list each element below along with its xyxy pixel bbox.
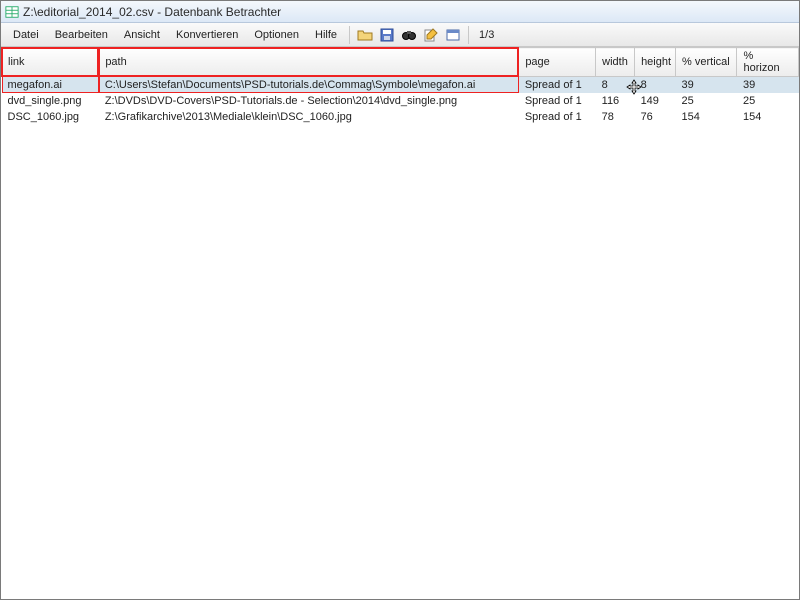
table-row[interactable]: megafon.aiC:\Users\Stefan\Documents\PSD-… bbox=[2, 77, 799, 93]
cell-vertical: 154 bbox=[676, 109, 737, 125]
cell-horizontal: 39 bbox=[737, 77, 799, 93]
highlight-box bbox=[2, 77, 99, 93]
table-row[interactable]: DSC_1060.jpgZ:\Grafikarchive\2013\Medial… bbox=[2, 109, 799, 125]
cell-vertical: 39 bbox=[676, 77, 737, 93]
col-header-vertical[interactable]: % vertical bbox=[676, 48, 737, 77]
cell-link: DSC_1060.jpg bbox=[2, 109, 99, 125]
highlight-box bbox=[99, 77, 519, 93]
highlight-box bbox=[98, 47, 519, 77]
cell-horizontal: 154 bbox=[737, 109, 799, 125]
cell-width: 116 bbox=[596, 93, 635, 109]
titlebar[interactable]: Z:\editorial_2014_02.csv - Datenbank Bet… bbox=[1, 1, 799, 23]
menu-konvertieren[interactable]: Konvertieren bbox=[168, 26, 246, 44]
save-icon[interactable] bbox=[378, 26, 396, 44]
col-header-link[interactable]: link bbox=[2, 48, 99, 77]
window-title: Z:\editorial_2014_02.csv - Datenbank Bet… bbox=[23, 5, 281, 19]
menu-bearbeiten[interactable]: Bearbeiten bbox=[47, 26, 116, 44]
cell-path: Z:\DVDs\DVD-Covers\PSD-Tutorials.de - Se… bbox=[99, 93, 519, 109]
col-header-width[interactable]: width bbox=[596, 48, 635, 77]
cell-height: 8 bbox=[635, 77, 676, 93]
cell-path: C:\Users\Stefan\Documents\PSD-tutorials.… bbox=[99, 77, 519, 93]
binoculars-icon[interactable] bbox=[400, 26, 418, 44]
cell-height: 76 bbox=[635, 109, 676, 125]
separator bbox=[349, 26, 350, 44]
cell-page: Spread of 1 bbox=[519, 93, 596, 109]
edit-icon[interactable] bbox=[422, 26, 440, 44]
menu-ansicht[interactable]: Ansicht bbox=[116, 26, 168, 44]
cell-path: Z:\Grafikarchive\2013\Mediale\klein\DSC_… bbox=[99, 109, 519, 125]
menubar: Datei Bearbeiten Ansicht Konvertieren Op… bbox=[1, 23, 799, 47]
cell-page: Spread of 1 bbox=[519, 109, 596, 125]
col-header-height[interactable]: height bbox=[635, 48, 676, 77]
cell-link: megafon.ai bbox=[2, 77, 99, 93]
cell-horizontal: 25 bbox=[737, 93, 799, 109]
cell-width: 8 bbox=[596, 77, 635, 93]
cell-height: 149 bbox=[635, 93, 676, 109]
cell-link: dvd_single.png bbox=[2, 93, 99, 109]
app-window: Z:\editorial_2014_02.csv - Datenbank Bet… bbox=[0, 0, 800, 600]
spreadsheet-icon bbox=[5, 5, 19, 19]
table-header-row: link path page width height % vertical %… bbox=[2, 48, 799, 77]
separator bbox=[468, 26, 469, 44]
row-counter: 1/3 bbox=[479, 29, 494, 41]
col-header-horizontal[interactable]: % horizon bbox=[737, 48, 799, 77]
cell-page: Spread of 1 bbox=[519, 77, 596, 93]
menu-hilfe[interactable]: Hilfe bbox=[307, 26, 345, 44]
data-table: link path page width height % vertical %… bbox=[1, 47, 799, 125]
table-row[interactable]: dvd_single.pngZ:\DVDs\DVD-Covers\PSD-Tut… bbox=[2, 93, 799, 109]
menu-optionen[interactable]: Optionen bbox=[246, 26, 307, 44]
col-header-page[interactable]: page bbox=[519, 48, 596, 77]
folder-open-icon[interactable] bbox=[356, 26, 374, 44]
cell-vertical: 25 bbox=[676, 93, 737, 109]
cell-width: 78 bbox=[596, 109, 635, 125]
window-icon[interactable] bbox=[444, 26, 462, 44]
table-viewport[interactable]: link path page width height % vertical %… bbox=[1, 47, 799, 599]
col-header-path[interactable]: path bbox=[99, 48, 519, 77]
menu-datei[interactable]: Datei bbox=[5, 26, 47, 44]
